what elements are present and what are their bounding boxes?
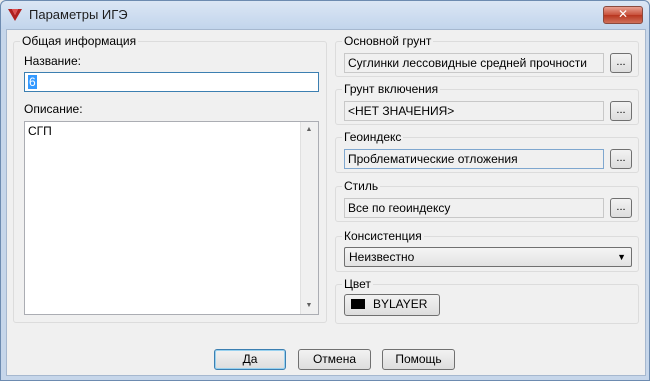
name-value: 6 — [28, 75, 37, 89]
geoindex-group: Геоиндекс Проблематические отложения ... — [335, 130, 639, 173]
app-logo-icon — [8, 9, 22, 21]
geoindex-value: Проблематические отложения — [348, 152, 518, 166]
consistency-caption: Консистенция — [342, 229, 424, 243]
main-soil-group: Основной грунт Суглинки лессовидные сред… — [335, 34, 639, 77]
inclusion-soil-browse-button[interactable]: ... — [610, 101, 632, 121]
scroll-down-icon[interactable]: ▼ — [301, 298, 317, 314]
inclusion-soil-value: <НЕТ ЗНАЧЕНИЯ> — [348, 104, 455, 118]
dialog-client-area: Общая информация Название: 6 Описание: С… — [6, 29, 646, 376]
scroll-up-icon[interactable]: ▲ — [301, 122, 317, 138]
title-bar[interactable]: Параметры ИГЭ ✕ — [1, 1, 649, 29]
style-group: Стиль Все по геоиндексу ... — [335, 179, 639, 222]
inclusion-soil-field: <НЕТ ЗНАЧЕНИЯ> — [344, 101, 604, 121]
color-picker-button[interactable]: BYLAYER — [344, 294, 440, 316]
geoindex-field: Проблематические отложения — [344, 149, 604, 169]
description-textarea[interactable]: СГП ▲ ▼ — [24, 121, 319, 315]
dialog-window: Параметры ИГЭ ✕ Общая информация Названи… — [0, 0, 650, 381]
style-caption: Стиль — [342, 179, 381, 193]
geoindex-caption: Геоиндекс — [342, 130, 404, 144]
help-button[interactable]: Помощь — [382, 349, 455, 370]
geoindex-browse-button[interactable]: ... — [610, 149, 632, 169]
general-info-caption: Общая информация — [20, 34, 139, 48]
color-swatch — [351, 299, 365, 309]
inclusion-soil-group: Грунт включения <НЕТ ЗНАЧЕНИЯ> ... — [335, 82, 639, 125]
main-soil-browse-button[interactable]: ... — [610, 53, 632, 73]
description-scrollbar[interactable]: ▲ ▼ — [300, 122, 318, 314]
description-value: СГП — [28, 124, 52, 138]
chevron-down-icon: ▼ — [617, 252, 626, 262]
main-soil-field: Суглинки лессовидные средней прочности — [344, 53, 604, 73]
color-group: Цвет BYLAYER — [335, 277, 639, 324]
style-browse-button[interactable]: ... — [610, 198, 632, 218]
close-icon: ✕ — [617, 7, 629, 21]
consistency-selected-value: Неизвестно — [349, 250, 415, 264]
color-value: BYLAYER — [373, 297, 428, 311]
window-title: Параметры ИГЭ — [29, 7, 128, 22]
style-field: Все по геоиндексу — [344, 198, 604, 218]
main-soil-value: Суглинки лессовидные средней прочности — [348, 56, 587, 70]
name-input[interactable]: 6 — [24, 72, 319, 92]
main-soil-caption: Основной грунт — [342, 34, 434, 48]
general-info-group: Общая информация Название: 6 Описание: С… — [13, 34, 327, 323]
ok-button[interactable]: Да — [214, 349, 286, 370]
close-button[interactable]: ✕ — [603, 6, 643, 24]
name-label: Название: — [24, 54, 81, 68]
consistency-select[interactable]: Неизвестно ▼ — [344, 247, 632, 267]
style-value: Все по геоиндексу — [348, 201, 451, 215]
description-label: Описание: — [24, 102, 83, 116]
inclusion-soil-caption: Грунт включения — [342, 82, 441, 96]
color-caption: Цвет — [342, 277, 373, 291]
cancel-button[interactable]: Отмена — [298, 349, 371, 370]
consistency-group: Консистенция Неизвестно ▼ — [335, 229, 639, 272]
